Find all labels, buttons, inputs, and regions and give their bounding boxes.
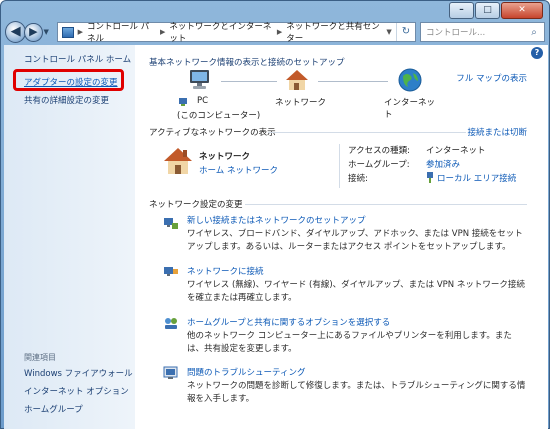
sidebar-item-adapter-settings[interactable]: アダプターの設定の変更 [24, 76, 118, 88]
computer-label: PC [197, 96, 209, 106]
task-new-connection-link[interactable]: 新しい接続またはネットワークのセットアップ [187, 214, 366, 226]
task-new-connection-desc: ワイヤレス、ブロードバンド、ダイヤルアップ、アドホック、または VPN 接続をセ… [187, 229, 523, 252]
breadcrumb-separator-icon[interactable]: ▶ [78, 28, 83, 36]
computer-icon [190, 70, 209, 89]
internet-label: インターネット [384, 98, 436, 120]
network-type-link[interactable]: ホーム ネットワーク [199, 164, 278, 176]
maximize-button[interactable]: □ [475, 2, 500, 19]
breadcrumb-separator-icon[interactable]: ▶ [277, 28, 282, 36]
internet-globe-icon [398, 68, 422, 92]
home-network-icon [286, 70, 308, 90]
troubleshoot-icon [163, 366, 178, 379]
help-icon[interactable]: ? [531, 47, 543, 59]
search-input[interactable]: コントロール... ⌕ [420, 22, 546, 42]
search-icon[interactable]: ⌕ [524, 27, 544, 38]
active-networks-heading: アクティブなネットワークの表示 [149, 128, 276, 138]
window-controls: – □ ✕ [449, 2, 543, 19]
address-dropdown-icon[interactable]: ▼ [386, 28, 391, 36]
history-dropdown-icon[interactable]: ▼ [44, 28, 54, 36]
connect-network-icon [164, 267, 178, 276]
sidebar: コントロール パネル ホーム アダプターの設定の変更 共有の詳細設定の変更 関連… [4, 45, 135, 429]
access-type-label: アクセスの種類: [348, 146, 410, 156]
see-also-heading: 関連項目 [24, 353, 56, 362]
task-troubleshoot-link[interactable]: 問題のトラブルシューティング [187, 366, 306, 378]
see-also-homegroup[interactable]: ホームグループ [24, 403, 83, 415]
connection-line [221, 81, 277, 82]
see-also-firewall[interactable]: Windows ファイアウォール [24, 367, 133, 379]
task-connect-network-link[interactable]: ネットワークに接続 [187, 265, 264, 277]
breadcrumb-network-internet[interactable]: ネットワークとインターネット [169, 20, 273, 44]
connect-disconnect-link[interactable]: 接続または切断 [467, 126, 527, 138]
vertical-divider [339, 144, 340, 188]
minimize-button[interactable]: – [449, 2, 474, 19]
network-label: ネットワーク [275, 98, 327, 108]
network-name: ネットワーク [199, 152, 251, 162]
breadcrumb-separator-icon[interactable]: ▶ [160, 28, 165, 36]
computer-sublabel: (このコンピューター) [177, 111, 261, 121]
close-button[interactable]: ✕ [501, 2, 543, 19]
back-arrow-icon[interactable]: ◀ [5, 21, 27, 43]
connection-line [318, 81, 388, 82]
title-bar: – □ ✕ ◀ ▶ ▼ ▶ コントロール パネル ▶ ネットワークとインターネッ… [1, 1, 549, 45]
home-network-icon [164, 148, 192, 174]
network-settings-heading: ネットワーク設定の変更 [149, 200, 243, 210]
ethernet-icon [427, 172, 433, 183]
address-bar[interactable]: ▶ コントロール パネル ▶ ネットワークとインターネット ▶ ネットワークと共… [57, 20, 417, 44]
refresh-icon[interactable]: ↻ [395, 23, 415, 41]
see-also-internet-options[interactable]: インターネット オプション [24, 385, 129, 397]
section-divider [268, 132, 466, 133]
forward-arrow-icon[interactable]: ▶ [24, 22, 43, 42]
task-homegroup-sharing-link[interactable]: ホームグループと共有に関するオプションを選択する [187, 316, 390, 328]
task-connect-network-desc: ワイヤレス (無線)、ワイヤード (有線)、ダイヤルアップ、または VPN ネッ… [187, 280, 525, 303]
local-area-connection-link[interactable]: ローカル エリア接続 [437, 172, 516, 184]
homegroup-status-link[interactable]: 参加済み [426, 158, 460, 170]
navigation-bar: ◀ ▶ ▼ ▶ コントロール パネル ▶ ネットワークとインターネット ▶ ネッ… [5, 20, 546, 44]
breadcrumb-sharing-center[interactable]: ネットワークと共有センター [286, 20, 382, 44]
search-placeholder: コントロール... [426, 28, 486, 38]
content-area: コントロール パネル ホーム アダプターの設定の変更 共有の詳細設定の変更 関連… [4, 45, 548, 429]
new-connection-icon [164, 218, 178, 229]
network-adapter-icon [179, 98, 187, 106]
main-panel: ? 基本ネットワーク情報の表示と接続のセットアップ フル マップの表示 PC (… [135, 45, 548, 429]
sidebar-item-advanced-sharing[interactable]: 共有の詳細設定の変更 [24, 94, 109, 106]
homegroup-sharing-icon [165, 318, 177, 329]
full-map-link[interactable]: フル マップの表示 [456, 72, 527, 84]
control-panel-icon [62, 26, 74, 38]
window-frame: – □ ✕ ◀ ▶ ▼ ▶ コントロール パネル ▶ ネットワークとインターネッ… [0, 0, 550, 429]
task-homegroup-sharing-desc: 他のネットワーク コンピューター上にあるファイルやプリンターを利用します。または… [187, 331, 512, 354]
access-type-value: インターネット [426, 146, 486, 156]
section-divider [245, 204, 527, 205]
homegroup-label: ホームグループ: [348, 160, 410, 170]
breadcrumb-control-panel[interactable]: コントロール パネル [87, 20, 156, 44]
task-troubleshoot-desc: ネットワークの問題を診断して修復します。または、トラブルシューティングに関する情… [187, 381, 526, 404]
network-map: PC (このコンピューター) ネットワーク インターネット [135, 67, 435, 125]
sidebar-item-home[interactable]: コントロール パネル ホーム [24, 53, 131, 65]
connection-label: 接続: [348, 174, 368, 184]
